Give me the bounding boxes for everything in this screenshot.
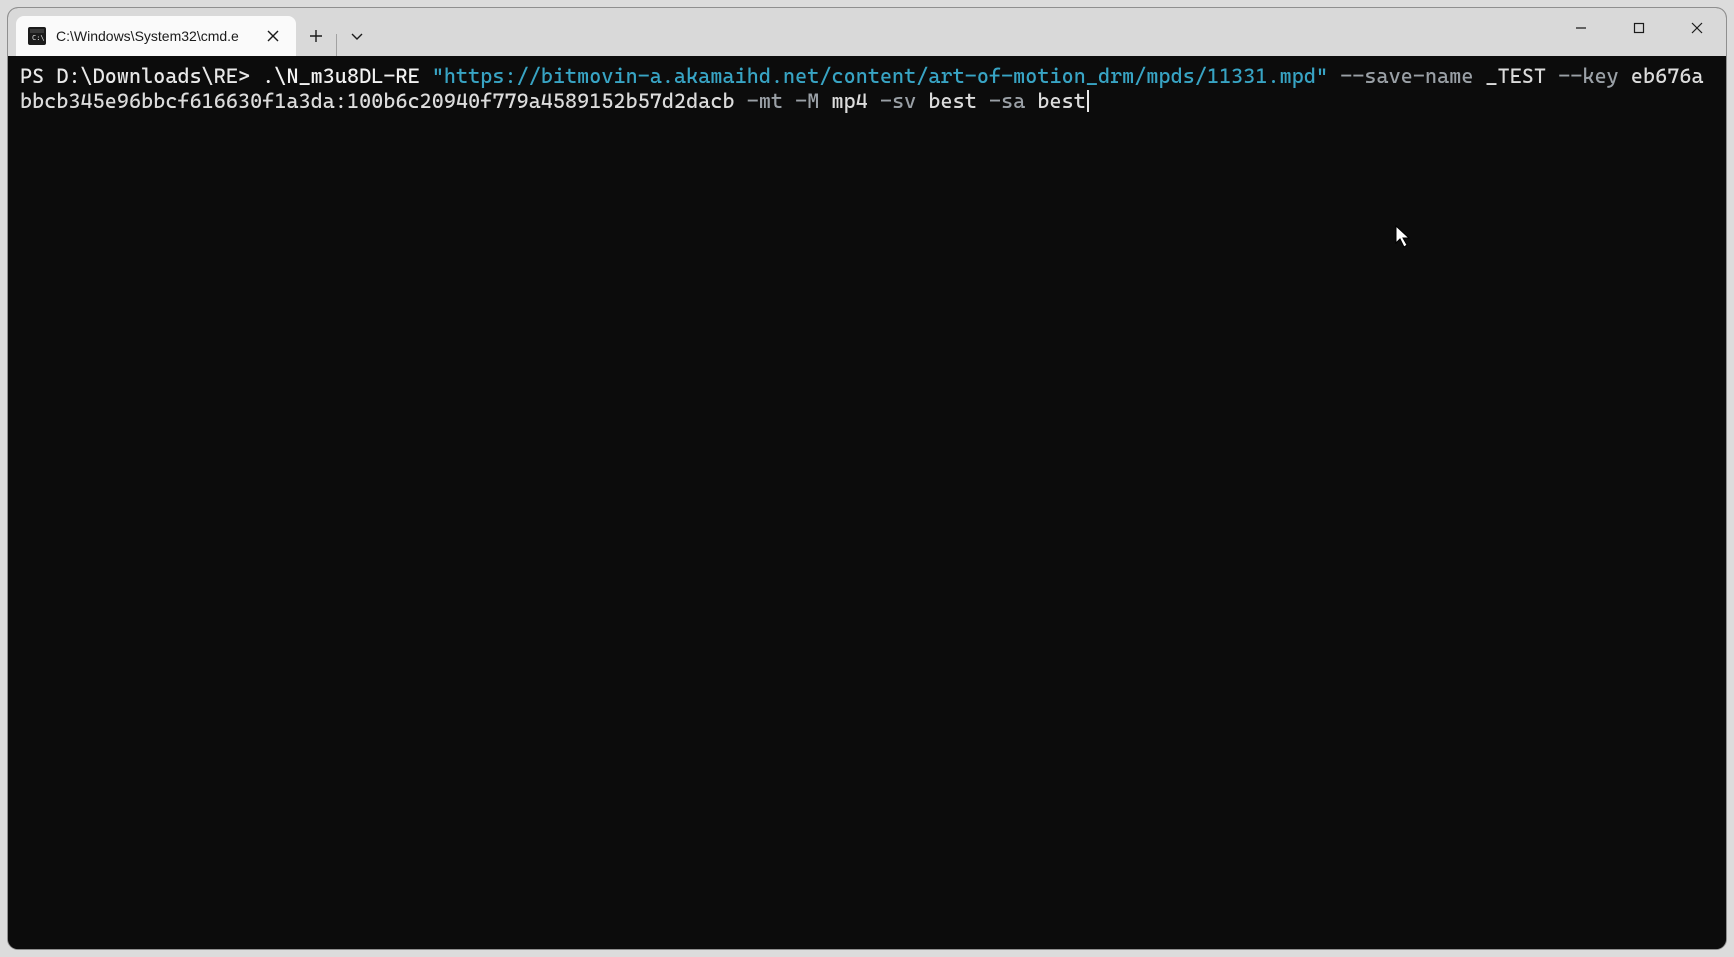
tab-close-button[interactable] — [260, 23, 286, 49]
flag-key: --key — [1558, 64, 1619, 88]
sv-value: best — [916, 89, 977, 113]
close-icon — [1691, 22, 1703, 34]
tab-dropdown-button[interactable] — [337, 16, 377, 56]
terminal-command-line: PS D:\Downloads\RE> .\N_m3u8DL-RE "https… — [20, 64, 1714, 114]
titlebar[interactable]: C:\ C:\Windows\System32\cmd.e — [8, 8, 1726, 56]
svg-text:C:\: C:\ — [32, 34, 45, 42]
tab-strip: C:\ C:\Windows\System32\cmd.e — [8, 8, 377, 56]
tab-title: C:\Windows\System32\cmd.e — [56, 28, 254, 44]
terminal-area[interactable]: PS D:\Downloads\RE> .\N_m3u8DL-RE "https… — [8, 56, 1726, 949]
close-icon — [267, 30, 279, 42]
save-name-value: _TEST — [1473, 64, 1558, 88]
window-close-button[interactable] — [1668, 8, 1726, 48]
sa-value: best — [1025, 89, 1086, 113]
flag-save-name: --save-name — [1328, 64, 1473, 88]
flag-sv: -sv — [868, 89, 916, 113]
flag-sa: -sa — [977, 89, 1025, 113]
prompt-text: PS D:\Downloads\RE> — [20, 64, 262, 88]
flag-m-format: -M — [783, 89, 819, 113]
chevron-down-icon — [350, 29, 364, 43]
executable-name: .\N_m3u8DL-RE — [262, 64, 432, 88]
tab-active[interactable]: C:\ C:\Windows\System32\cmd.e — [16, 16, 296, 56]
new-tab-button[interactable] — [296, 16, 336, 56]
format-value: mp4 — [819, 89, 867, 113]
minimize-icon — [1575, 22, 1587, 34]
terminal-window: C:\ C:\Windows\System32\cmd.e — [8, 8, 1726, 949]
maximize-button[interactable] — [1610, 8, 1668, 48]
plus-icon — [309, 29, 323, 43]
window-controls — [1552, 8, 1726, 48]
minimize-button[interactable] — [1552, 8, 1610, 48]
cmd-icon: C:\ — [28, 27, 46, 45]
flag-mt: -mt — [735, 89, 783, 113]
url-argument: "https://bitmovin-a.akamaihd.net/content… — [432, 64, 1328, 88]
maximize-icon — [1633, 22, 1645, 34]
text-cursor — [1087, 90, 1089, 112]
